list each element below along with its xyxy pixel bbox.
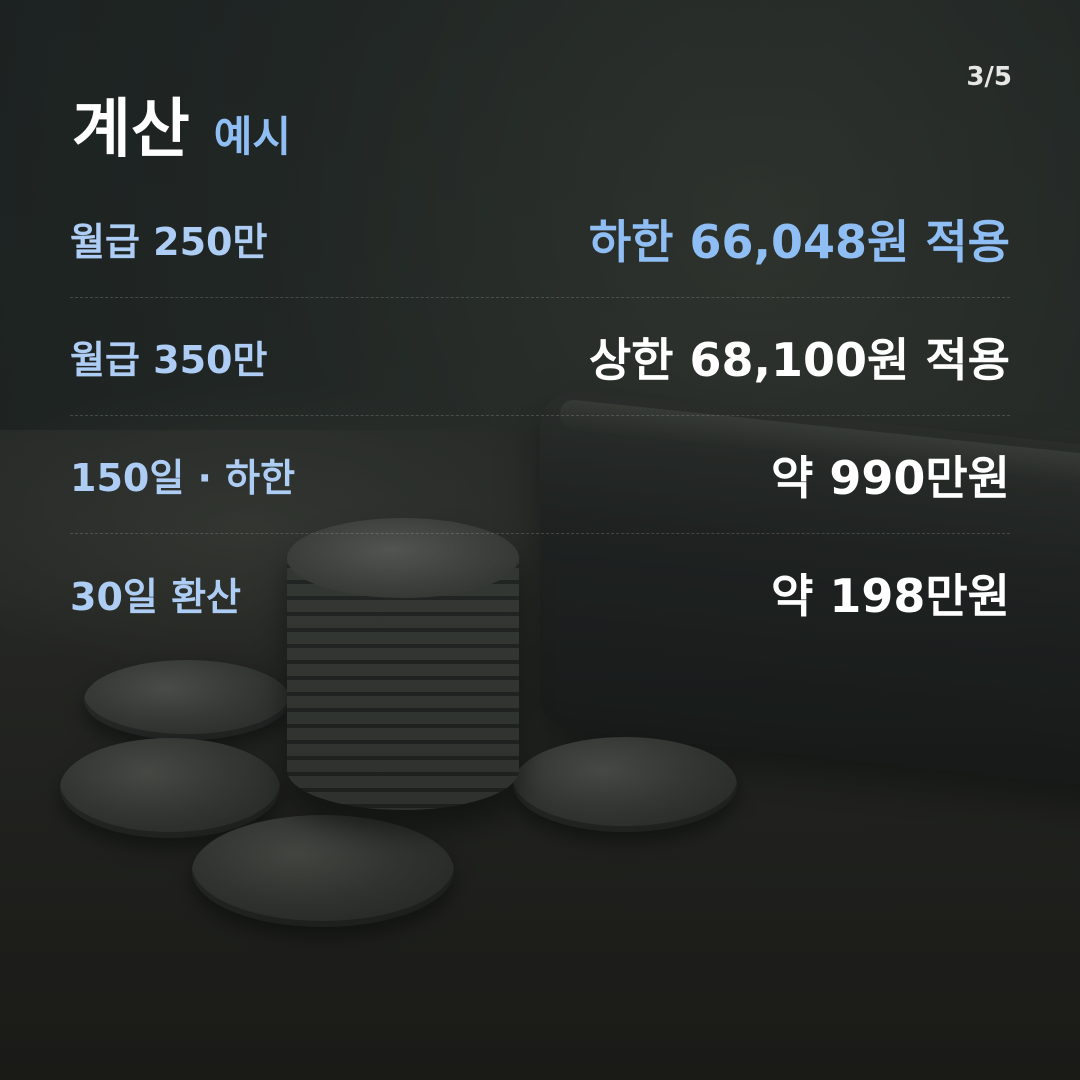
list-item: 월급 350만 상한 68,100원 적용 [70,298,1010,416]
row-label: 30일 환산 [70,574,241,619]
page-title: 계산 예시 [72,78,291,170]
row-label: 월급 350만 [70,338,268,382]
content: 3/5 계산 예시 월급 250만 하한 66,048원 적용 월급 350만 … [0,0,1080,1080]
row-value: 약 990만원 [771,450,1010,505]
row-value: 하한 66,048원 적용 [588,214,1010,269]
list-item: 30일 환산 약 198만원 [70,534,1010,652]
page-indicator: 3/5 [966,62,1012,92]
list-item: 월급 250만 하한 66,048원 적용 [70,180,1010,298]
calculation-list: 월급 250만 하한 66,048원 적용 월급 350만 상한 68,100원… [70,180,1010,652]
list-item: 150일 · 하한 약 990만원 [70,416,1010,534]
row-label: 150일 · 하한 [70,456,296,500]
row-value: 약 198만원 [771,569,1010,623]
info-card: 3/5 계산 예시 월급 250만 하한 66,048원 적용 월급 350만 … [0,0,1080,1080]
title-main: 계산 [72,93,190,167]
row-value: 상한 68,100원 적용 [588,332,1010,387]
row-label: 월급 250만 [70,220,268,264]
title-sub: 예시 [213,112,292,161]
